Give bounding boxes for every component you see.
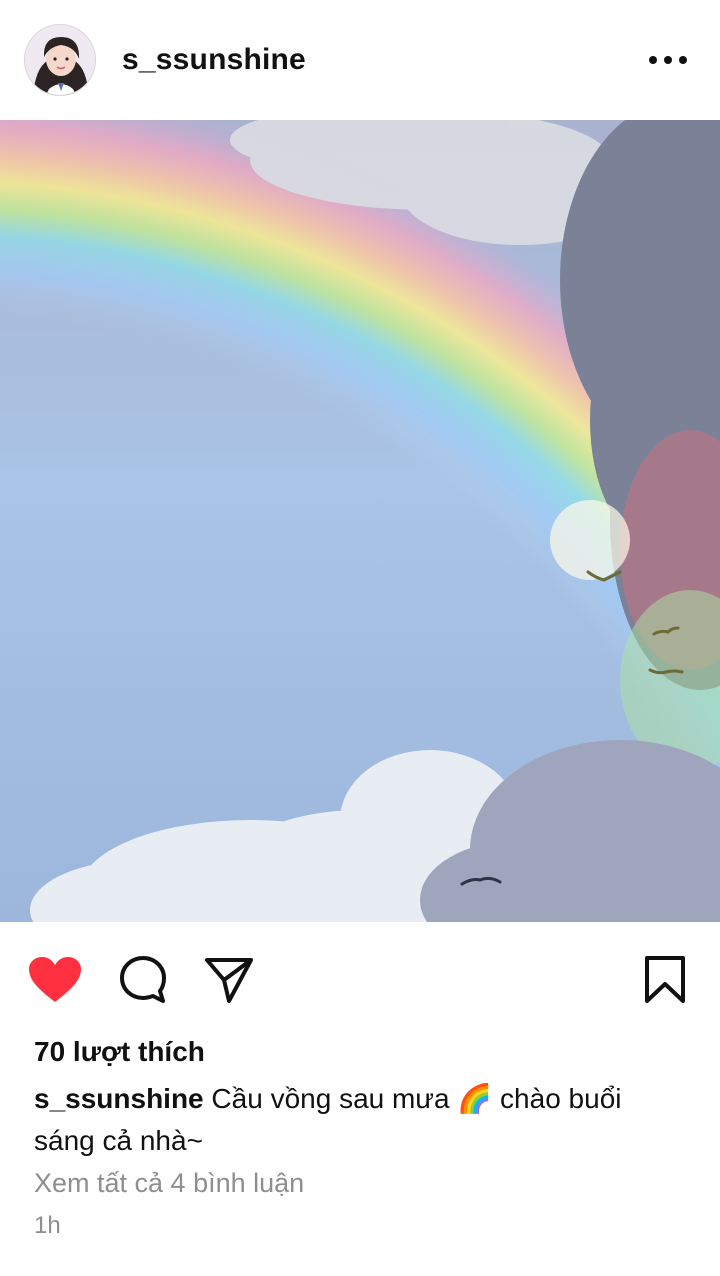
caption-username[interactable]: s_ssunshine — [34, 1083, 204, 1114]
bookmark-icon[interactable] — [637, 952, 693, 1008]
post-image[interactable] — [0, 120, 720, 922]
post-header: s_ssunshine — [0, 0, 720, 120]
caption: s_ssunshine Cầu vồng sau mưa 🌈 chào buổi… — [34, 1078, 684, 1162]
avatar[interactable] — [24, 24, 96, 96]
likes-count[interactable]: 70 lượt thích — [34, 1036, 205, 1068]
rainbow-photo — [0, 120, 720, 922]
action-bar — [0, 922, 720, 1032]
view-all-comments-link[interactable]: Xem tất cả 4 bình luận — [34, 1168, 304, 1199]
more-horizontal-icon[interactable] — [646, 38, 690, 82]
username[interactable]: s_ssunshine — [122, 43, 306, 77]
timestamp: 1h — [34, 1212, 61, 1239]
send-icon[interactable] — [201, 952, 257, 1008]
heart-filled-icon[interactable] — [27, 952, 83, 1008]
comment-icon[interactable] — [115, 952, 171, 1008]
profile-photo — [25, 25, 95, 95]
